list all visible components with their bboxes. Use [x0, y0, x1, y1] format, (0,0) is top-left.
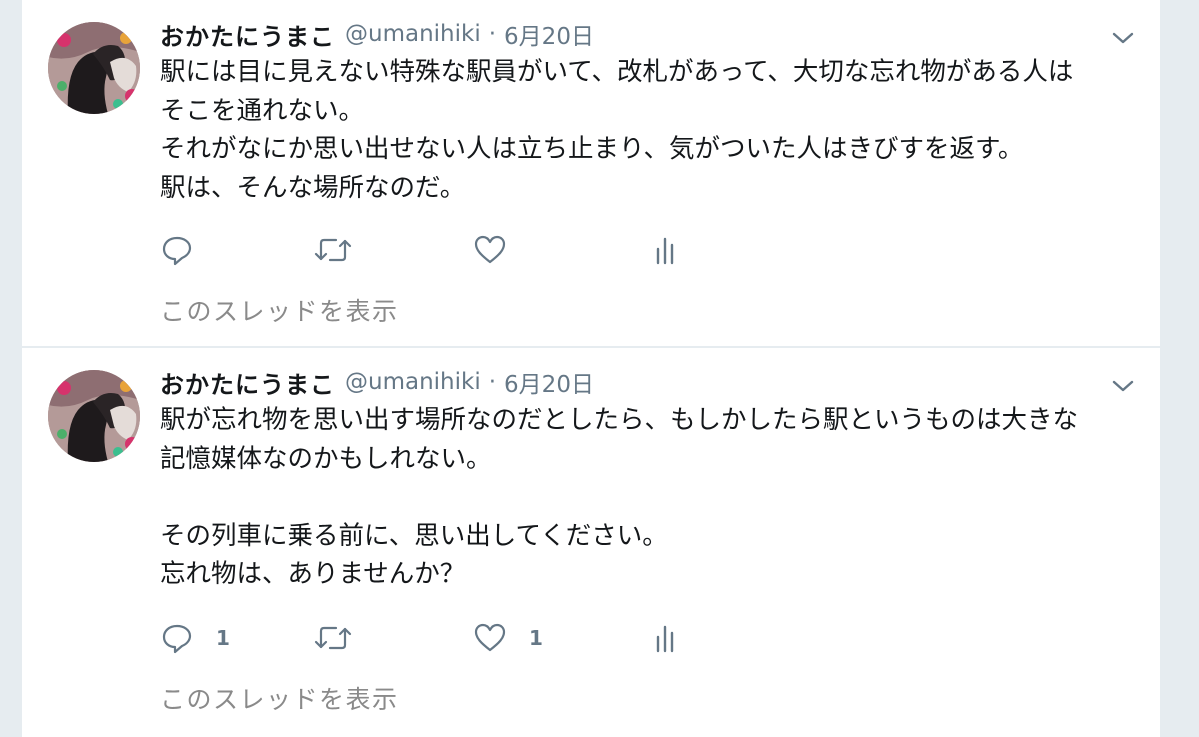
tweet-text: 駅が忘れ物を思い出す場所なのだとしたら、もしかしたら駅というものは大きな 記憶媒… [160, 405, 1079, 589]
tweet-date[interactable]: 6月20日 [504, 17, 594, 51]
avatar[interactable] [48, 22, 140, 114]
reply-button[interactable]: 1 [160, 620, 230, 656]
timeline-feed: おかたにうまこ @umanihiki · 6月20日 駅には目に見えない特殊な駅… [22, 0, 1160, 737]
retweet-icon [314, 621, 352, 655]
reply-icon [160, 621, 194, 655]
retweet-button[interactable] [314, 620, 352, 656]
like-button[interactable]: 1 [473, 620, 543, 656]
tweet-header: おかたにうまこ @umanihiki · 6月20日 [160, 364, 594, 400]
heart-icon [473, 621, 507, 655]
chevron-down-icon[interactable] [1110, 376, 1136, 396]
tweet-text: 駅には目に見えない特殊な駅員がいて、改札があって、大切な忘れ物がある人は そこを… [160, 57, 1074, 203]
avatar[interactable] [48, 370, 140, 462]
retweet-button[interactable] [314, 232, 352, 268]
analytics-icon [652, 621, 678, 655]
author-handle[interactable]: @umanihiki [345, 21, 481, 47]
analytics-icon [652, 233, 678, 267]
tweet[interactable]: おかたにうまこ @umanihiki · 6月20日 駅には目に見えない特殊な駅… [22, 0, 1160, 346]
tweet[interactable]: おかたにうまこ @umanihiki · 6月20日 駅が忘れ物を思い出す場所な… [22, 348, 1160, 737]
show-thread-link[interactable]: このスレッドを表示 [160, 292, 399, 328]
retweet-icon [314, 233, 352, 267]
author-name[interactable]: おかたにうまこ [160, 17, 335, 52]
header-separator: · [488, 369, 497, 395]
analytics-button[interactable] [652, 232, 678, 268]
tweet-actions: 1 1 [160, 620, 760, 656]
reply-button[interactable] [160, 232, 216, 268]
show-thread-link[interactable]: このスレッドを表示 [160, 680, 399, 716]
author-handle[interactable]: @umanihiki [345, 369, 481, 395]
author-name[interactable]: おかたにうまこ [160, 365, 335, 400]
like-count: 1 [529, 626, 543, 650]
reply-icon [160, 233, 194, 267]
tweet-header: おかたにうまこ @umanihiki · 6月20日 [160, 16, 594, 52]
analytics-button[interactable] [652, 620, 678, 656]
heart-icon [473, 233, 507, 267]
like-button[interactable] [473, 232, 529, 268]
reply-count: 1 [216, 626, 230, 650]
header-separator: · [488, 21, 497, 47]
chevron-down-icon[interactable] [1110, 28, 1136, 48]
tweet-date[interactable]: 6月20日 [504, 365, 594, 399]
tweet-actions [160, 232, 760, 268]
